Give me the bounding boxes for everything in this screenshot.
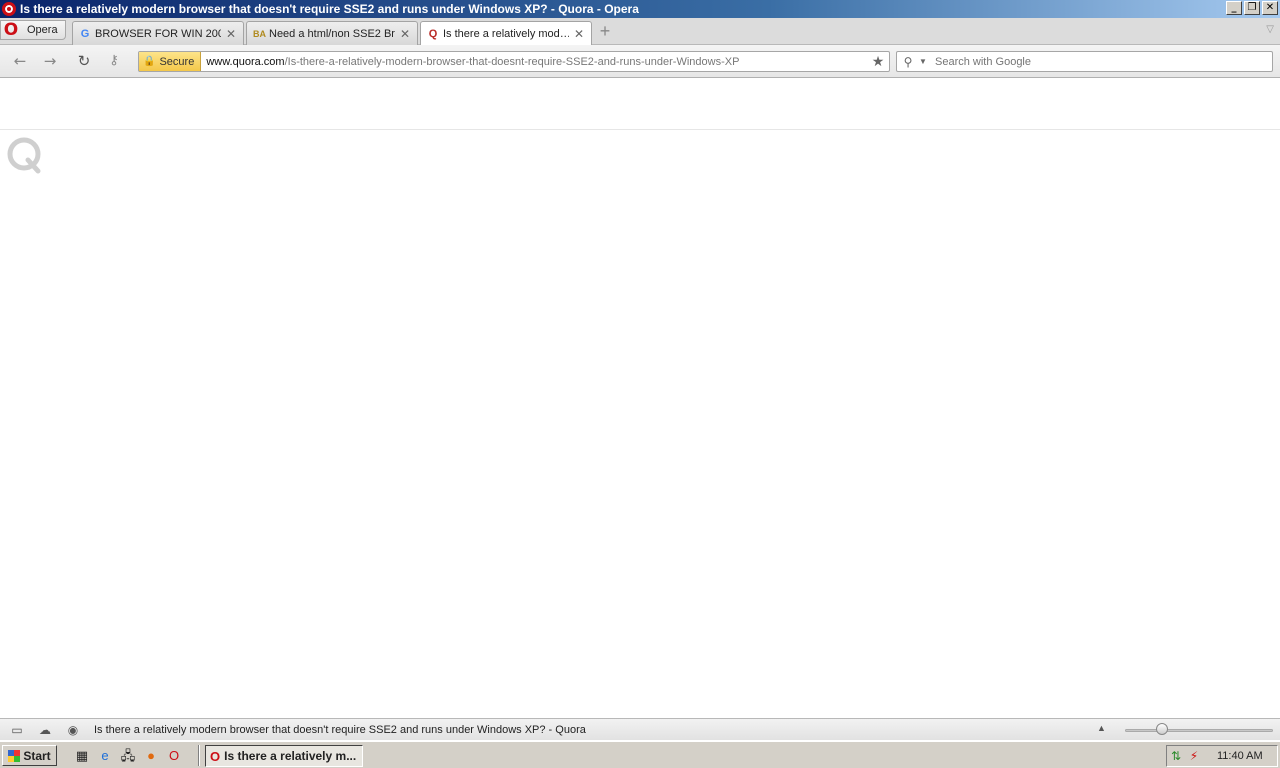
opera-quicklaunch-icon[interactable]: O [166, 748, 182, 764]
taskbar-opera-window[interactable]: O Is there a relatively m... [205, 745, 363, 767]
close-window-button[interactable]: ✕ [1262, 1, 1278, 15]
new-tab-button[interactable]: + [596, 22, 614, 40]
url-host: www.quora.com [206, 55, 285, 68]
status-bar: ▭ ☁ ◉ Is there a relatively modern brows… [0, 718, 1280, 740]
antivirus-tray-icon[interactable]: ⚡ [1185, 749, 1203, 763]
view-up-arrow-icon[interactable]: ▲ [1097, 723, 1106, 733]
opera-menu-label: Opera [27, 24, 58, 36]
opera-o-icon: O [3, 20, 19, 40]
window-title-bar: Is there a relatively modern browser tha… [0, 0, 1280, 18]
navigation-bar: ← → ↻ ⚷ 🔒 Secure www.quora.com/Is-there-… [0, 45, 1280, 78]
restore-button[interactable]: ❐ [1244, 1, 1260, 15]
zoom-slider-handle[interactable] [1156, 723, 1168, 735]
security-badge[interactable]: 🔒 Secure [139, 52, 202, 71]
status-text: Is there a relatively modern browser tha… [94, 723, 586, 736]
clock[interactable]: 11:40 AM [1217, 750, 1263, 762]
lock-icon: 🔒 [143, 56, 156, 67]
start-label: Start [23, 748, 51, 763]
quora-icon: Q [428, 28, 438, 40]
tab-quora[interactable]: Q Is there a relatively mod… ✕ [420, 21, 592, 46]
key-icon[interactable]: ⚷ [104, 51, 124, 71]
google-icon: G [80, 27, 90, 40]
bookmark-star-icon[interactable]: ★ [870, 53, 886, 70]
security-label: Secure [159, 55, 195, 68]
tab-title: BROWSER FOR WIN 200… [95, 27, 221, 40]
panel-toggle-icon[interactable]: ▭ [6, 723, 28, 737]
search-input[interactable] [935, 55, 1255, 68]
firefox-icon[interactable]: ● [143, 748, 159, 764]
opera-unite-icon[interactable]: ☁ [34, 723, 56, 737]
tab-google[interactable]: G BROWSER FOR WIN 200… ✕ [72, 21, 244, 45]
network-tray-icon[interactable]: ⇅ [1167, 749, 1185, 763]
windows-logo-icon [8, 749, 21, 762]
page-content [0, 79, 1280, 717]
opera-logo-icon [2, 2, 16, 16]
minimize-button[interactable]: _ [1226, 1, 1242, 15]
search-box[interactable]: ⚲ ▼ [896, 51, 1273, 72]
opera-menu-button[interactable]: O Opera [0, 20, 66, 40]
url-text[interactable]: www.quora.com/Is-there-a-relatively-mode… [206, 56, 870, 68]
close-tab-icon[interactable]: ✕ [225, 27, 237, 41]
tab-sse2-forum[interactable]: BA Need a html/non SSE2 Br… ✕ [246, 21, 418, 45]
turbo-icon[interactable]: ◉ [62, 723, 84, 737]
system-tray: ⇅ ⚡ 11:40 AM [1166, 745, 1278, 767]
tab-title: Need a html/non SSE2 Br… [269, 27, 395, 40]
tab-bar: O Opera G BROWSER FOR WIN 200… ✕ BA Need… [0, 18, 1280, 46]
network-icon[interactable]: 🖧 [120, 748, 136, 764]
taskbar-window-title: Is there a relatively m... [224, 749, 357, 763]
forward-button[interactable]: → [40, 51, 60, 71]
start-button[interactable]: Start [2, 745, 57, 766]
quora-header-placeholder [0, 79, 1280, 130]
opera-icon: O [210, 748, 221, 764]
back-button[interactable]: ← [10, 51, 30, 71]
close-tab-icon[interactable]: ✕ [399, 27, 411, 41]
internet-explorer-icon[interactable]: e [97, 748, 113, 764]
zoom-slider-track[interactable] [1125, 729, 1273, 732]
tab-title: Is there a relatively mod… [443, 28, 569, 40]
reload-button[interactable]: ↻ [74, 51, 94, 71]
site-icon: BA [253, 28, 266, 39]
tab-menu-chevron-icon[interactable]: ▽ [1266, 24, 1274, 35]
close-tab-icon[interactable]: ✕ [573, 27, 585, 41]
windows-taskbar: Start ▦ e 🖧 ● O O Is there a relatively … [0, 741, 1280, 768]
quora-loading-icon [7, 137, 41, 174]
taskbar-separator [198, 745, 200, 766]
search-icon: ⚲ [903, 54, 913, 69]
address-field[interactable]: 🔒 Secure www.quora.com/Is-there-a-relati… [138, 51, 890, 72]
show-desktop-icon[interactable]: ▦ [74, 748, 90, 764]
url-path: /Is-there-a-relatively-modern-browser-th… [284, 55, 740, 68]
search-engine-dropdown-icon[interactable]: ▼ [919, 57, 929, 66]
window-title: Is there a relatively modern browser tha… [20, 2, 639, 16]
